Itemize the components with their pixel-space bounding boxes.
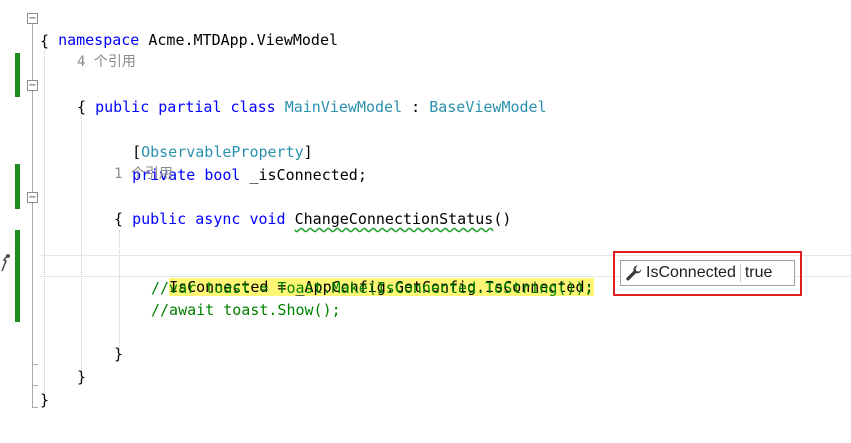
keyword-void: void <box>249 210 286 228</box>
namespace-name: Acme.MTDApp.ViewModel <box>139 31 339 49</box>
keyword-partial: partial <box>158 98 222 116</box>
code-line-method[interactable]: public async void ChangeConnectionStatus… <box>114 186 511 228</box>
datatip-value[interactable]: true <box>741 264 777 282</box>
datatip-variable-name: IsConnected <box>646 264 736 281</box>
collapse-class-toggle[interactable]: − <box>27 80 38 91</box>
keyword-public: public <box>95 98 150 116</box>
method-parens: () <box>493 210 512 228</box>
outline-end-class <box>32 385 38 386</box>
brace-open-class: { <box>77 98 87 116</box>
method-name[interactable]: ChangeConnectionStatus <box>295 210 494 228</box>
change-indicator-class <box>15 53 20 97</box>
change-indicator-body <box>15 230 20 322</box>
code-line-namespace[interactable]: namespace Acme.MTDApp.ViewModel <box>40 7 338 49</box>
outline-end-namespace <box>32 407 38 408</box>
outline-end-method <box>32 364 38 365</box>
code-line-comment-toast[interactable]: //var toast = Toast.Make(IsConnected.ToS… <box>151 277 594 299</box>
keyword-bool: bool <box>204 166 241 184</box>
brace-open-method: { <box>114 210 124 228</box>
brace-close-class: } <box>77 368 87 386</box>
code-line-assignment[interactable]: IsConnected = _AppConfig.GetConfig.IsCon… <box>151 254 594 296</box>
keyword-public-method: public <box>132 210 187 228</box>
change-indicator-method <box>15 164 20 209</box>
code-line-comment-await[interactable]: //await toast.Show(); <box>151 299 341 321</box>
breakpoint-pin-icon <box>1 254 10 272</box>
collapse-method-toggle[interactable]: − <box>27 192 38 203</box>
indent-guide-2 <box>81 116 82 373</box>
collapse-namespace-toggle[interactable]: − <box>27 13 38 24</box>
code-line-field[interactable]: private bool _isConnected; <box>114 142 367 184</box>
keyword-class: class <box>230 98 276 116</box>
wrench-icon <box>623 263 645 283</box>
code-line-class[interactable]: public partial class MainViewModel : Bas… <box>77 74 547 116</box>
indent-guide-1 <box>44 50 45 395</box>
keyword-namespace: namespace <box>58 31 140 49</box>
datatip[interactable]: IsConnected true <box>620 260 795 286</box>
keyword-async: async <box>195 210 241 228</box>
brace-close-method: } <box>114 345 124 363</box>
base-class-name: BaseViewModel <box>429 98 547 116</box>
codelens-references-method[interactable]: 1 个引用 <box>114 163 173 185</box>
brace-open-namespace: { <box>40 32 50 50</box>
colon: : <box>402 98 430 116</box>
field-name: _isConnected; <box>240 166 367 184</box>
codelens-references-class[interactable]: 4 个引用 <box>77 51 136 73</box>
indent-guide-3 <box>119 230 120 350</box>
class-name: MainViewModel <box>284 98 403 116</box>
code-line-attribute[interactable]: [ObservableProperty] <box>114 119 313 161</box>
brace-close-namespace: } <box>40 391 50 409</box>
